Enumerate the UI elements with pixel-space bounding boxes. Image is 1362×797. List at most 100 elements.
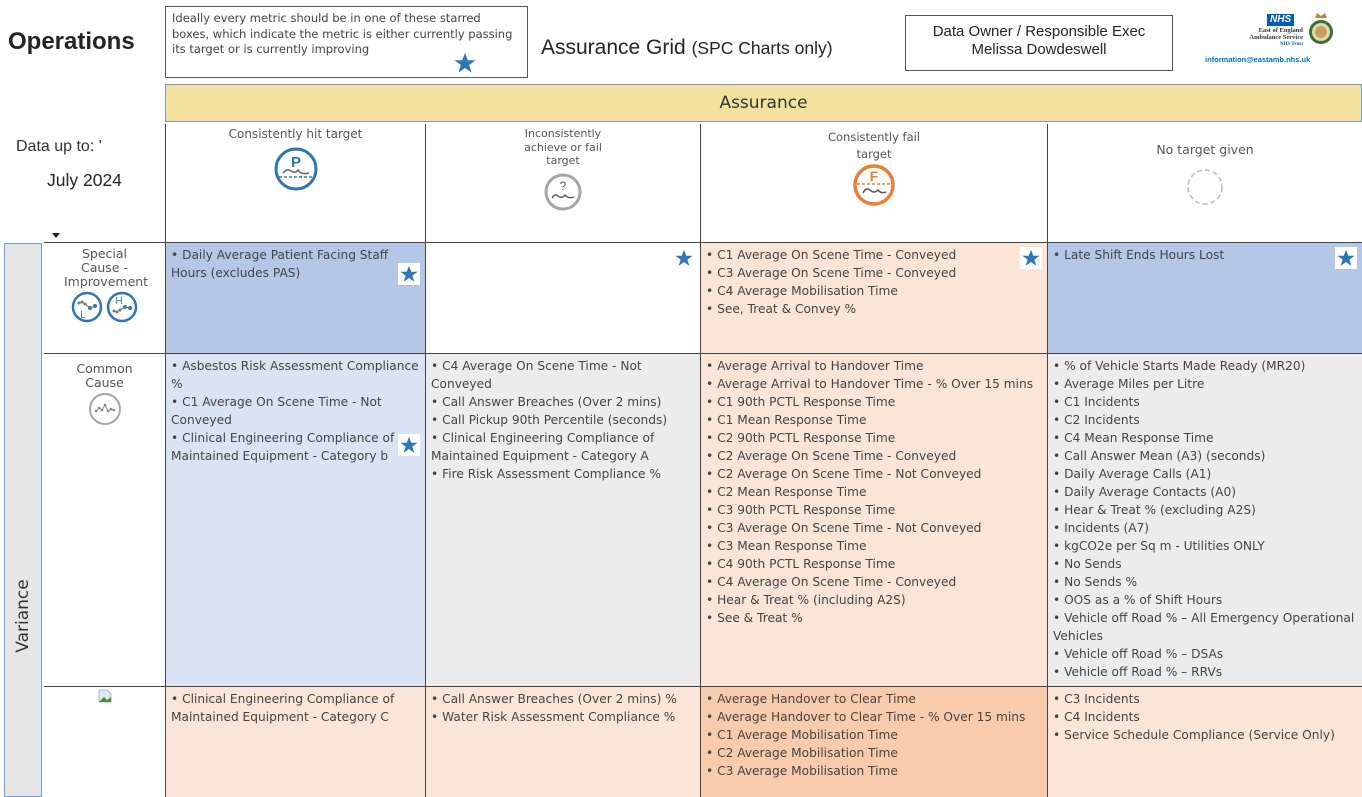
special-cause-high-icon: H [107,291,138,323]
column-consistently-fail-target: Consistently fail target F [700,124,1047,242]
variance-label: Variance [13,579,33,653]
dropdown-caret-icon[interactable] [52,233,60,238]
metric-item[interactable]: C3 90th PCTL Response Time [706,501,1042,519]
owner-label: Data Owner / Responsible Exec [932,23,1146,40]
metric-item[interactable]: Hear & Treat % (including A2S) [706,591,1042,609]
pass-target-icon: P [274,147,317,191]
org-line-3: NHS Trust [1279,42,1303,47]
metric-item[interactable]: Water Risk Assessment Compliance % [431,708,695,726]
row-label-text: Special Cause - Improvement [64,246,149,289]
metric-item[interactable]: Daily Average Patient Facing Staff Hours… [171,246,420,282]
metric-item[interactable]: % of Vehicle Starts Made Ready (MR20) [1053,357,1357,375]
column-inconsistently-achieve: Inconsistently achieve or fail target ? [425,124,700,242]
metric-list: Call Answer Breaches (Over 2 mins) %Wate… [431,690,695,726]
fail-target-icon: F [853,164,895,206]
trust-logo: NHS East of England Ambulance Service NH… [1205,12,1360,68]
column-label: No target given [1156,142,1254,157]
metric-item[interactable]: Asbestos Risk Assessment Compliance % [171,357,420,393]
star-icon [398,263,420,285]
common-cause-icon [88,393,121,425]
org-line-1: East of England [1258,27,1303,34]
metric-item[interactable]: Vehicle off Road % – RRVs [1053,663,1357,681]
row-special-cause-concern [44,686,165,797]
metric-item[interactable]: Service Schedule Compliance (Service Onl… [1053,726,1357,744]
metric-item[interactable]: Daily Average Contacts (A0) [1053,483,1357,501]
svg-text:H: H [116,296,123,307]
column-no-target-given: No target given [1047,124,1362,242]
column-label: Consistently hit target [228,127,363,141]
metric-item[interactable]: C2 Mean Response Time [706,483,1042,501]
metric-item[interactable]: Call Answer Breaches (Over 2 mins) % [431,690,695,708]
data-up-to-label: Data up to: ' [16,138,102,155]
metric-item[interactable]: C2 Average Mobilisation Time [706,744,1042,762]
metric-item[interactable]: C4 Mean Response Time [1053,429,1357,447]
metric-item[interactable]: Daily Average Calls (A1) [1053,465,1357,483]
svg-text:P: P [290,154,300,171]
metric-item[interactable]: C4 Average Mobilisation Time [706,282,1042,300]
metric-item[interactable]: Vehicle off Road % – DSAs [1053,645,1357,663]
star-icon [1020,247,1042,269]
metric-item[interactable]: Average Handover to Clear Time [706,690,1042,708]
svg-text:L: L [80,310,86,321]
metric-item[interactable]: C3 Mean Response Time [706,537,1042,555]
svg-text:F: F [870,168,879,184]
grid-cell-concern-hit-target: Clinical Engineering Compliance of Maint… [165,686,425,797]
metric-item[interactable]: C1 Average On Scene Time - Conveyed [706,246,1042,264]
metric-item[interactable]: C2 90th PCTL Response Time [706,429,1042,447]
metric-item[interactable]: C3 Incidents [1053,690,1357,708]
assurance-grid-title: Assurance Grid (SPC Charts only) [541,36,833,60]
metric-item[interactable]: C1 Average Mobilisation Time [706,726,1042,744]
metric-item[interactable]: Average Arrival to Handover Time - % Ove… [706,375,1042,393]
metric-item[interactable]: Clinical Engineering Compliance of Maint… [171,690,420,726]
metric-item[interactable]: kgCO2e per Sq m - Utilities ONLY [1053,537,1357,555]
month-slicer[interactable]: July 2024 [47,170,122,191]
metric-item[interactable]: Call Answer Breaches (Over 2 mins) [431,393,695,411]
metric-item[interactable]: Average Handover to Clear Time - % Over … [706,708,1042,726]
contact-email-link[interactable]: information@eastamb.nhs.uk [1205,55,1310,64]
metric-item[interactable]: Clinical Engineering Compliance of Maint… [431,429,695,465]
grid-cell-common-cause-hit-target: Asbestos Risk Assessment Compliance %C1 … [165,353,425,686]
metric-item[interactable]: C4 90th PCTL Response Time [706,555,1042,573]
metric-item[interactable]: C3 Average Mobilisation Time [706,762,1042,780]
metric-item[interactable]: C1 90th PCTL Response Time [706,393,1042,411]
metric-item[interactable]: C1 Mean Response Time [706,411,1042,429]
metric-item[interactable]: Average Arrival to Handover Time [706,357,1042,375]
grid-cell-concern-no-target: C3 IncidentsC4 IncidentsService Schedule… [1047,686,1362,797]
metric-item[interactable]: C4 Average On Scene Time - Not Conveyed [431,357,695,393]
row-special-cause-improvement: Special Cause - Improvement L H [44,242,165,353]
nhs-badge: NHS [1267,14,1295,26]
metric-item[interactable]: C3 Average On Scene Time - Conveyed [706,264,1042,282]
metric-item[interactable]: Hear & Treat % (excluding A2S) [1053,501,1357,519]
metric-item[interactable]: C1 Incidents [1053,393,1357,411]
metric-item[interactable]: Call Pickup 90th Percentile (seconds) [431,411,695,429]
metric-list: C3 IncidentsC4 IncidentsService Schedule… [1053,690,1357,744]
metric-list: Asbestos Risk Assessment Compliance %C1 … [171,357,420,465]
metric-item[interactable]: Incidents (A7) [1053,519,1357,537]
metric-item[interactable]: See & Treat % [706,609,1042,627]
metric-item[interactable]: C2 Incidents [1053,411,1357,429]
crest-icon [1309,13,1333,44]
metric-item[interactable]: Late Shift Ends Hours Lost [1053,246,1357,264]
metric-item[interactable]: C1 Average On Scene Time - Not Conveyed [171,393,420,429]
metric-item[interactable]: No Sends % [1053,573,1357,591]
org-name: East of England Ambulance Service NHS Tr… [1215,27,1303,48]
metric-item[interactable]: Vehicle off Road % – All Emergency Opera… [1053,609,1357,645]
star-icon [454,52,476,73]
row-common-cause: Common Cause [44,353,165,686]
note-text: Ideally every metric should be in one of… [172,11,513,56]
metric-item[interactable]: C4 Average On Scene Time - Conveyed [706,573,1042,591]
metric-item[interactable]: See, Treat & Convey % [706,300,1042,318]
metric-item[interactable]: OOS as a % of Shift Hours [1053,591,1357,609]
metric-item[interactable]: C2 Average On Scene Time - Not Conveyed [706,465,1042,483]
metric-item[interactable]: Clinical Engineering Compliance of Maint… [171,429,420,465]
metric-list: Average Handover to Clear TimeAverage Ha… [706,690,1042,780]
no-target-icon [1187,169,1223,205]
metric-item[interactable]: No Sends [1053,555,1357,573]
metric-item[interactable]: Call Answer Mean (A3) (seconds) [1053,447,1357,465]
metric-item[interactable]: Average Miles per Litre [1053,375,1357,393]
metric-item[interactable]: C2 Average On Scene Time - Conveyed [706,447,1042,465]
page-title: Operations [8,28,135,55]
metric-item[interactable]: C4 Incidents [1053,708,1357,726]
metric-item[interactable]: C3 Average On Scene Time - Not Conveyed [706,519,1042,537]
metric-item[interactable]: Fire Risk Assessment Compliance % [431,465,695,483]
